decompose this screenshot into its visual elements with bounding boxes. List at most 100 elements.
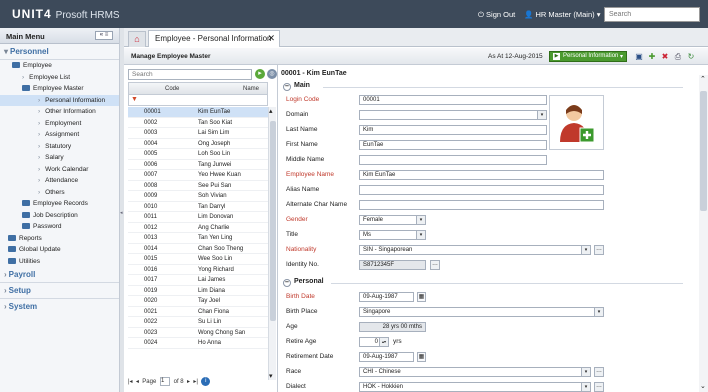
login-code-input[interactable]: 00001: [359, 95, 547, 105]
prev-page-icon[interactable]: ◂: [136, 379, 139, 385]
scroll-thumb[interactable]: [700, 91, 707, 211]
collapse-section-icon[interactable]: –: [283, 279, 291, 287]
table-row[interactable]: 0013 Tan Yen Ling: [128, 233, 268, 244]
scroll-thumb[interactable]: [270, 121, 276, 321]
search-go-icon[interactable]: ▸: [255, 69, 265, 79]
scroll-up-icon[interactable]: ⌃: [700, 75, 706, 83]
sidebar-section-setup[interactable]: › Setup: [0, 283, 119, 299]
table-row[interactable]: 0019 Lim Diana: [128, 286, 268, 296]
table-row[interactable]: 0009 Soh Vivian: [128, 191, 268, 202]
table-row[interactable]: 0023 Wong Chong San: [128, 328, 268, 338]
table-row[interactable]: 0016 Yong Richard: [128, 265, 268, 275]
sidebar-item-others[interactable]: › Others: [0, 187, 119, 199]
race-lookup-button[interactable]: …: [594, 367, 604, 377]
table-row[interactable]: 0012 Ang Charlie: [128, 223, 268, 233]
collapse-section-icon[interactable]: –: [283, 83, 291, 91]
view-select-button[interactable]: ▶ Personal Information ▾: [549, 51, 627, 62]
table-row[interactable]: 0015 Wee Soo Lin: [128, 254, 268, 265]
dialect-lookup-button[interactable]: …: [594, 382, 604, 392]
sidebar-item-attendance[interactable]: › Attendance: [0, 175, 119, 187]
print-icon[interactable]: ⎙: [673, 52, 683, 62]
refresh-icon[interactable]: ↻: [686, 52, 696, 62]
table-row[interactable]: 0008 See Pui San: [128, 181, 268, 191]
sidebar-item-employee-list[interactable]: › Employee List: [0, 72, 119, 84]
sidebar-section-payroll[interactable]: › Payroll: [0, 267, 119, 283]
sidebar-item-employee-records[interactable]: Employee Records: [0, 198, 119, 210]
nationality-select[interactable]: SIN - Singaporean ▾: [359, 245, 591, 255]
sidebar-item-reports[interactable]: Reports: [0, 233, 119, 245]
retire-age-stepper[interactable]: 0 ▴▾: [359, 337, 389, 347]
sidebar-item-work-calendar[interactable]: › Work Calendar: [0, 164, 119, 176]
identity-no-input[interactable]: S8712345F: [359, 260, 426, 270]
sidebar-item-statutory[interactable]: › Statutory: [0, 141, 119, 153]
scroll-up-icon[interactable]: ▴: [269, 107, 273, 115]
table-row[interactable]: 0021 Chan Fiona: [128, 307, 268, 317]
table-row[interactable]: 0014 Chan Soo Theng: [128, 244, 268, 254]
section-personal[interactable]: – Personal: [283, 278, 683, 288]
calendar-icon[interactable]: ▦: [417, 292, 426, 302]
column-header-name[interactable]: Name: [243, 86, 259, 92]
sidebar-item-job-description[interactable]: Job Description: [0, 210, 119, 222]
sidebar-item-assignment[interactable]: › Assignment: [0, 129, 119, 141]
detail-scrollbar[interactable]: ⌃ ⌄: [699, 75, 708, 392]
binoculars-icon[interactable]: ◎: [267, 69, 277, 79]
scroll-down-icon[interactable]: ⌄: [700, 382, 706, 390]
first-page-icon[interactable]: |◂: [128, 379, 133, 385]
employee-photo[interactable]: [549, 95, 604, 150]
add-icon[interactable]: ✚: [647, 52, 657, 62]
identity-no-lookup-button[interactable]: …: [430, 260, 440, 270]
table-row[interactable]: 0011 Lim Donovan: [128, 212, 268, 223]
nationality-lookup-button[interactable]: …: [594, 245, 604, 255]
calendar-icon[interactable]: ▦: [417, 352, 426, 362]
home-tab[interactable]: ⌂: [128, 31, 146, 47]
alternate-char-name-input[interactable]: [359, 200, 604, 210]
employee-name-input[interactable]: Kim EunTae: [359, 170, 604, 180]
table-row[interactable]: 0020 Tay Joel: [128, 296, 268, 307]
list-scrollbar[interactable]: ▴ ▾: [268, 107, 276, 380]
table-row[interactable]: 0024 Ho Anna: [128, 338, 268, 349]
retirement-date-input[interactable]: 09-Aug-1987: [359, 352, 414, 362]
table-row[interactable]: 0005 Loh Soo Lin: [128, 149, 268, 160]
table-row[interactable]: 0010 Tan Darryl: [128, 202, 268, 212]
sidebar-item-personal-information[interactable]: › Personal Information: [0, 94, 119, 106]
last-name-input[interactable]: Kim: [359, 125, 547, 135]
sidebar-item-global-update[interactable]: Global Update: [0, 244, 119, 256]
tab-employee-personal-information[interactable]: Employee - Personal Information ✕: [148, 30, 280, 47]
section-main[interactable]: – Main: [283, 82, 683, 92]
collapse-icon[interactable]: « ≡: [95, 31, 113, 40]
middle-name-input[interactable]: [359, 155, 547, 165]
table-row[interactable]: 0007 Yeo Hwee Kuan: [128, 170, 268, 181]
last-page-icon[interactable]: ▸|: [193, 379, 198, 385]
table-row[interactable]: 0017 Lai James: [128, 275, 268, 286]
stepper-icon[interactable]: ▴▾: [379, 338, 388, 346]
sidebar-section-system[interactable]: › System: [0, 299, 119, 314]
sidebar-item-employee[interactable]: Employee: [0, 60, 119, 72]
sidebar-item-employee-master[interactable]: Employee Master: [0, 83, 119, 95]
table-row[interactable]: 0022 Su Li Lin: [128, 317, 268, 328]
sidebar-item-salary[interactable]: › Salary: [0, 152, 119, 164]
grid-filter-row[interactable]: ▼: [128, 95, 268, 106]
global-search-input[interactable]: [604, 7, 700, 22]
birth-place-select[interactable]: Singapore ▾: [359, 307, 604, 317]
table-row[interactable]: 0006 Tang Junwei: [128, 160, 268, 170]
dialect-select[interactable]: HOK - Hokkien ▾: [359, 382, 591, 392]
sidebar-item-utilities[interactable]: Utilities: [0, 256, 119, 268]
first-name-input[interactable]: EunTae: [359, 140, 547, 150]
sign-out-link[interactable]: ⏻ Sign Out: [478, 10, 515, 20]
table-row[interactable]: 0003 Lai Sim Lim: [128, 128, 268, 139]
gender-select[interactable]: Female ▾: [359, 215, 426, 225]
table-row[interactable]: 0004 Ong Joseph: [128, 139, 268, 149]
filter-icon[interactable]: ▼: [131, 96, 138, 103]
alias-name-input[interactable]: [359, 185, 604, 195]
user-menu[interactable]: 👤 HR Master (Main) ▾: [524, 10, 600, 19]
delete-icon[interactable]: ✖: [660, 52, 670, 62]
page-number-input[interactable]: 1: [159, 377, 170, 386]
birth-date-input[interactable]: 09-Aug-1987: [359, 292, 414, 302]
sidebar-item-password[interactable]: Password: [0, 221, 119, 233]
next-page-icon[interactable]: ▸: [187, 379, 190, 385]
sidebar-item-other-information[interactable]: › Other Information: [0, 106, 119, 118]
race-select[interactable]: CHI - Chinese ▾: [359, 367, 591, 377]
sidebar-item-employment[interactable]: › Employment: [0, 118, 119, 130]
list-search-input[interactable]: [128, 69, 252, 80]
table-row[interactable]: 0002 Tan Soo Kiat: [128, 118, 268, 128]
